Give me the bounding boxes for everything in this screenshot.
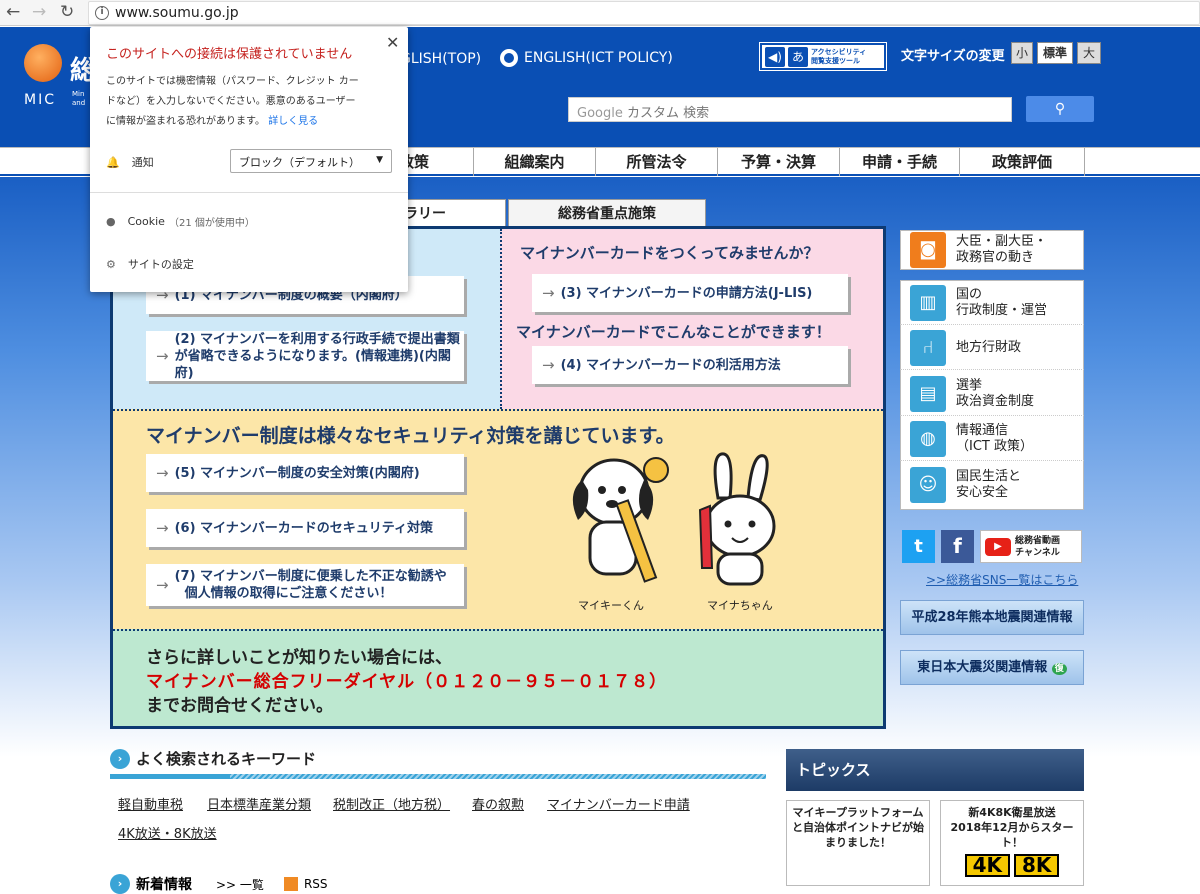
people-icon: ☺ (910, 467, 946, 503)
logo-abbr: MIC (24, 92, 56, 108)
myna-mascot (698, 452, 776, 586)
mykey-mascot (572, 457, 669, 583)
chevron-right-icon: › (110, 874, 130, 894)
news-heading: › 新着情報 >> 一覧 RSS (110, 874, 328, 894)
accessibility-button[interactable]: ◀) あ アクセシビリティ 閲覧支援ツール (759, 42, 887, 71)
search-icon: ⚲ (1054, 101, 1066, 117)
link-card-security[interactable]: → (6) マイナンバーカードのセキュリティ対策 (146, 509, 464, 547)
link-card-application[interactable]: → (3) マイナンバーカードの申請方法(J-LIS) (532, 274, 848, 312)
close-icon[interactable]: ✕ (386, 33, 399, 52)
popup-divider (90, 192, 408, 193)
search-button[interactable]: ⚲ (1026, 96, 1094, 122)
back-icon[interactable]: ← (6, 3, 20, 21)
popup-title: このサイトへの接続は保護されていません (106, 47, 353, 62)
logo-icon[interactable] (24, 44, 62, 82)
sidebar-item-administration[interactable]: ▥ 国の 行政制度・運営 (900, 281, 1084, 325)
search-input[interactable]: Google カスタム 検索 (568, 97, 1012, 122)
8k-logo: 8K (1014, 854, 1060, 877)
english-ict-link[interactable]: ENGLISH(ICT POLICY) (500, 49, 673, 67)
learn-more-link[interactable]: 詳しく見る (268, 116, 318, 127)
rss-link[interactable]: RSS (304, 877, 328, 891)
4k-logo: 4K (964, 854, 1010, 877)
keyword-link[interactable]: 軽自動車税 (118, 794, 183, 813)
info-icon[interactable]: i (95, 6, 109, 20)
site-settings-row[interactable]: ⚙ サイトの設定 (106, 256, 194, 272)
sidebar-item-local-finance[interactable]: ⑁ 地方行財政 (900, 326, 1084, 370)
font-small-button[interactable]: 小 (1011, 42, 1033, 64)
government-building-icon: ▥ (910, 284, 946, 321)
youtube-channel-button[interactable]: ▶ 総務省動画 チャンネル (980, 530, 1082, 563)
gear-icon: ⚙ (106, 257, 116, 271)
contact-text-3: までお問合せください。 (146, 696, 333, 716)
topics-heading: トピックス (786, 749, 1084, 791)
globe-icon: ◍ (910, 420, 946, 457)
keyword-link[interactable]: 4K放送・8K放送 (118, 823, 217, 842)
chair-icon: ⑁ (910, 329, 946, 366)
kumamoto-banner[interactable]: 平成28年熊本地震関連情報 (900, 600, 1084, 635)
camera-icon: ◙ (910, 232, 946, 268)
nav-item-evaluation[interactable]: 政策評価 (959, 148, 1085, 176)
youtube-icon: ▶ (985, 537, 1011, 556)
browser-toolbar: ← → ↻ i www.soumu.go.jp (0, 0, 1200, 26)
url-text: www.soumu.go.jp (115, 5, 239, 21)
twitter-icon[interactable]: t (902, 530, 935, 563)
bell-blocked-icon: 🔔 (106, 155, 120, 169)
font-large-button[interactable]: 大 (1077, 42, 1101, 64)
link-fraud-warning[interactable]: → (7) マイナンバー制度に便乗した不正な勧誘や 個人情報の取得にご注意ください！ (146, 564, 464, 606)
link-card-uses[interactable]: → (4) マイナンバーカードの利活用方法 (532, 346, 848, 384)
recovery-badge: 復 (1051, 663, 1067, 675)
forward-icon[interactable]: → (32, 3, 46, 21)
mascots-illustration (572, 452, 776, 586)
speaker-icon: ◀) (765, 46, 785, 67)
radio-icon (500, 49, 518, 67)
chevron-right-icon: › (110, 748, 130, 769)
topic-card-mykey[interactable]: マイキープラットフォーム と自治体ポイントナビが始 まりました！ (786, 800, 930, 886)
english-top-link[interactable]: GLISH(TOP) (400, 51, 481, 67)
keywords-divider-accent (110, 774, 230, 779)
security-heading: マイナンバー制度は様々なセキュリティ対策を講じています。 (146, 425, 675, 447)
cookie-row[interactable]: ● Cookie （21 個が使用中） (106, 214, 255, 229)
notification-row: 🔔 通知 (106, 155, 154, 170)
tab-key-policies[interactable]: 総務省重点施策 (508, 199, 706, 227)
sns-list-link[interactable]: >>総務省SNS一覧はこちら (926, 571, 1078, 588)
nav-item-organization[interactable]: 組織案内 (473, 148, 595, 176)
popup-description: このサイトでは機密情報（パスワード、クレジット カー ドなど）を入力しないでくださ… (106, 76, 359, 127)
sidebar-item-ict[interactable]: ◍ 情報通信 （ICT 政策） (900, 417, 1084, 461)
facebook-icon[interactable]: f (941, 530, 974, 563)
hiragana-icon: あ (788, 46, 808, 67)
keyword-link[interactable]: 春の叙勲 (472, 794, 524, 813)
sidebar-item-safety[interactable]: ☺ 国民生活と 安心安全 (900, 463, 1084, 507)
contact-text-1: さらに詳しいことが知りたい場合には、 (146, 648, 452, 668)
card-heading: マイナンバーカードをつくってみませんか？ (520, 244, 819, 262)
link-safety-measures[interactable]: → (5) マイナンバー制度の安全対策(内閣府) (146, 454, 464, 492)
card-uses-heading: マイナンバーカードでこんなことができます！ (516, 323, 831, 341)
font-standard-button[interactable]: 標準 (1037, 42, 1073, 64)
keyword-link[interactable]: マイナンバーカード申請 (547, 794, 690, 813)
link-info-linkage[interactable]: → (2) マイナンバーを利用する行政手続で提出書類 が省略できるようになります。(… (146, 331, 464, 381)
site-info-popup: このサイトへの接続は保護されていません ✕ このサイトでは機密情報（パスワード、… (90, 27, 408, 292)
mykey-name: マイキーくん (578, 599, 644, 612)
nav-item-laws[interactable]: 所管法令 (595, 148, 717, 176)
font-size-label: 文字サイズの変更 (901, 49, 1005, 64)
news-list-link[interactable]: >> 一覧 (216, 876, 264, 893)
cookie-icon: ● (106, 215, 116, 228)
address-bar[interactable]: i www.soumu.go.jp (88, 1, 1200, 25)
keyword-link[interactable]: 税制改正（地方税） (333, 794, 450, 813)
ballot-box-icon: ▤ (910, 375, 946, 412)
free-dial-text: マイナンバー総合フリーダイヤル（０１２０－９５－０１７８） (146, 672, 668, 692)
logo-small-text: Min and (72, 90, 86, 107)
nav-item-applications[interactable]: 申請・手続 (839, 148, 959, 176)
notification-select[interactable]: ブロック（デフォルト） ▼ (230, 149, 392, 173)
dropdown-arrow-icon: ▼ (376, 155, 383, 165)
myna-name: マイナちゃん (707, 599, 773, 612)
keyword-link[interactable]: 日本標準産業分類 (207, 794, 311, 813)
nav-item-budget[interactable]: 予算・決算 (717, 148, 839, 176)
rss-icon (283, 877, 298, 891)
tohoku-banner[interactable]: 東日本大震災関連情報 復 (900, 650, 1084, 685)
sidebar-item-elections[interactable]: ▤ 選挙 政治資金制度 (900, 372, 1084, 416)
reload-icon[interactable]: ↻ (60, 3, 74, 21)
topic-card-4k8k[interactable]: 新4K8K衛星放送 2018年12月からスタート！ 4K 8K (940, 800, 1084, 886)
sidebar-item-minister[interactable]: ◙ 大臣・副大臣・ 政務官の動き (900, 228, 1084, 272)
keywords-heading: › よく検索されるキーワード (110, 748, 316, 769)
